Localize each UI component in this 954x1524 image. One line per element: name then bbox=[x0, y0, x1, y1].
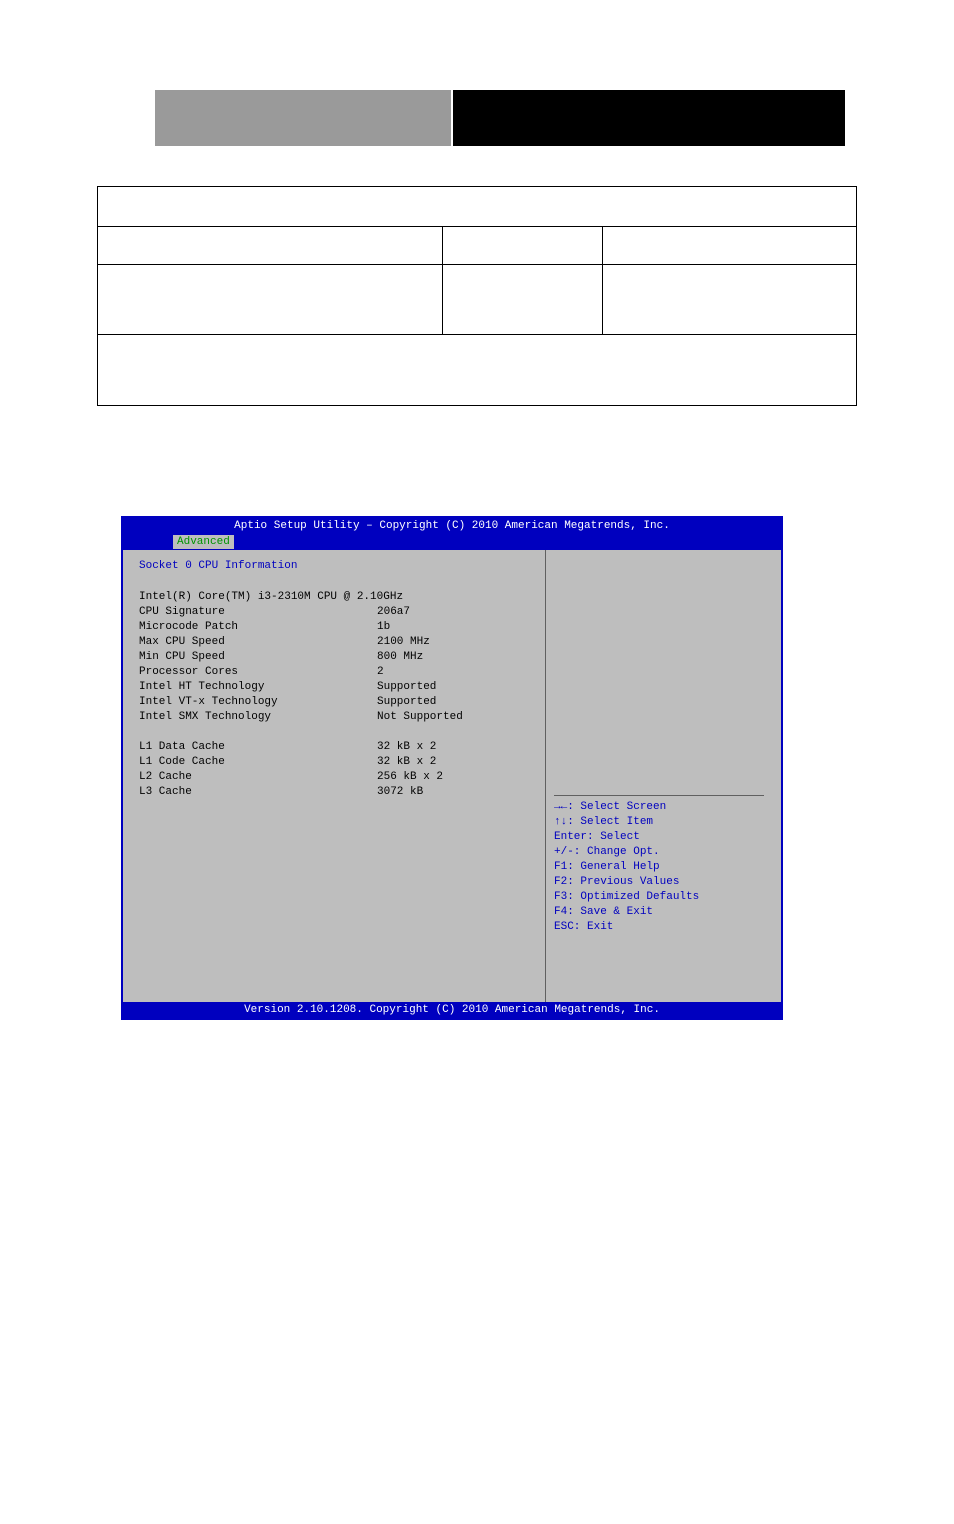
help-line: F3: Optimized Defaults bbox=[554, 890, 764, 905]
page-header bbox=[155, 90, 845, 146]
info-row: Max CPU Speed2100 MHz bbox=[139, 635, 535, 650]
info-row: L2 Cache256 kB x 2 bbox=[139, 770, 535, 785]
info-value: 1b bbox=[377, 620, 390, 635]
info-row: L3 Cache3072 kB bbox=[139, 785, 535, 800]
table-cell bbox=[443, 227, 603, 264]
info-value: 32 kB x 2 bbox=[377, 755, 436, 770]
bios-help-keys: →←: Select Screen ↑↓: Select Item Enter:… bbox=[554, 795, 764, 935]
help-line: Enter: Select bbox=[554, 830, 764, 845]
options-table-header bbox=[98, 187, 856, 227]
info-label: L1 Code Cache bbox=[139, 755, 377, 770]
bios-title: Aptio Setup Utility – Copyright (C) 2010… bbox=[123, 518, 781, 534]
options-table bbox=[97, 186, 857, 406]
info-label: L2 Cache bbox=[139, 770, 377, 785]
info-value: 32 kB x 2 bbox=[377, 740, 436, 755]
info-value: 2 bbox=[377, 665, 384, 680]
table-cell bbox=[603, 265, 856, 334]
info-row: CPU Signature206a7 bbox=[139, 605, 535, 620]
table-cell bbox=[98, 227, 443, 264]
info-value: 256 kB x 2 bbox=[377, 770, 443, 785]
info-label: L1 Data Cache bbox=[139, 740, 377, 755]
info-row: Microcode Patch1b bbox=[139, 620, 535, 635]
table-row bbox=[98, 227, 856, 265]
info-row: Intel VT-x TechnologySupported bbox=[139, 695, 535, 710]
info-row: Intel HT TechnologySupported bbox=[139, 680, 535, 695]
info-label: Microcode Patch bbox=[139, 620, 377, 635]
info-value: Not Supported bbox=[377, 710, 463, 725]
table-cell bbox=[443, 265, 603, 334]
info-value: 3072 kB bbox=[377, 785, 423, 800]
help-line: F4: Save & Exit bbox=[554, 905, 764, 920]
help-line: +/-: Change Opt. bbox=[554, 845, 764, 860]
table-cell bbox=[98, 335, 443, 405]
info-label: Max CPU Speed bbox=[139, 635, 377, 650]
info-value: 2100 MHz bbox=[377, 635, 430, 650]
info-row: Processor Cores2 bbox=[139, 665, 535, 680]
bios-screen: Aptio Setup Utility – Copyright (C) 2010… bbox=[121, 516, 783, 1020]
info-value: Supported bbox=[377, 695, 436, 710]
table-row bbox=[98, 335, 856, 405]
table-row bbox=[98, 265, 856, 335]
bios-footer: Version 2.10.1208. Copyright (C) 2010 Am… bbox=[123, 1002, 781, 1018]
cpu-name: Intel(R) Core(TM) i3-2310M CPU @ 2.10GHz bbox=[139, 590, 535, 605]
help-line: F2: Previous Values bbox=[554, 875, 764, 890]
table-cell bbox=[98, 265, 443, 334]
bios-body: Socket 0 CPU Information Intel(R) Core(T… bbox=[123, 550, 781, 1002]
cpu-name-text: Intel(R) Core(TM) i3-2310M CPU @ 2.10GHz bbox=[139, 590, 403, 605]
info-label: CPU Signature bbox=[139, 605, 377, 620]
info-value: 206a7 bbox=[377, 605, 410, 620]
info-label: L3 Cache bbox=[139, 785, 377, 800]
info-label: Processor Cores bbox=[139, 665, 377, 680]
help-line: ↑↓: Select Item bbox=[554, 815, 764, 830]
header-right-block bbox=[453, 90, 845, 146]
info-value: 800 MHz bbox=[377, 650, 423, 665]
help-line: ESC: Exit bbox=[554, 920, 764, 935]
info-row: L1 Code Cache32 kB x 2 bbox=[139, 755, 535, 770]
info-label: Intel SMX Technology bbox=[139, 710, 377, 725]
info-value: Supported bbox=[377, 680, 436, 695]
bios-side-panel: →←: Select Screen ↑↓: Select Item Enter:… bbox=[546, 550, 781, 1002]
info-row: L1 Data Cache32 kB x 2 bbox=[139, 740, 535, 755]
help-line: →←: Select Screen bbox=[554, 800, 764, 815]
table-cell bbox=[603, 227, 856, 264]
info-row: Intel SMX TechnologyNot Supported bbox=[139, 710, 535, 725]
bios-main-panel: Socket 0 CPU Information Intel(R) Core(T… bbox=[123, 550, 546, 1002]
section-title: Socket 0 CPU Information bbox=[139, 560, 535, 572]
header-left-block bbox=[155, 90, 451, 146]
tab-advanced[interactable]: Advanced bbox=[173, 535, 234, 549]
info-row: Min CPU Speed800 MHz bbox=[139, 650, 535, 665]
help-line: F1: General Help bbox=[554, 860, 764, 875]
info-label: Intel VT-x Technology bbox=[139, 695, 377, 710]
bios-tabs[interactable]: Advanced bbox=[123, 534, 781, 550]
info-label: Intel HT Technology bbox=[139, 680, 377, 695]
info-label: Min CPU Speed bbox=[139, 650, 377, 665]
